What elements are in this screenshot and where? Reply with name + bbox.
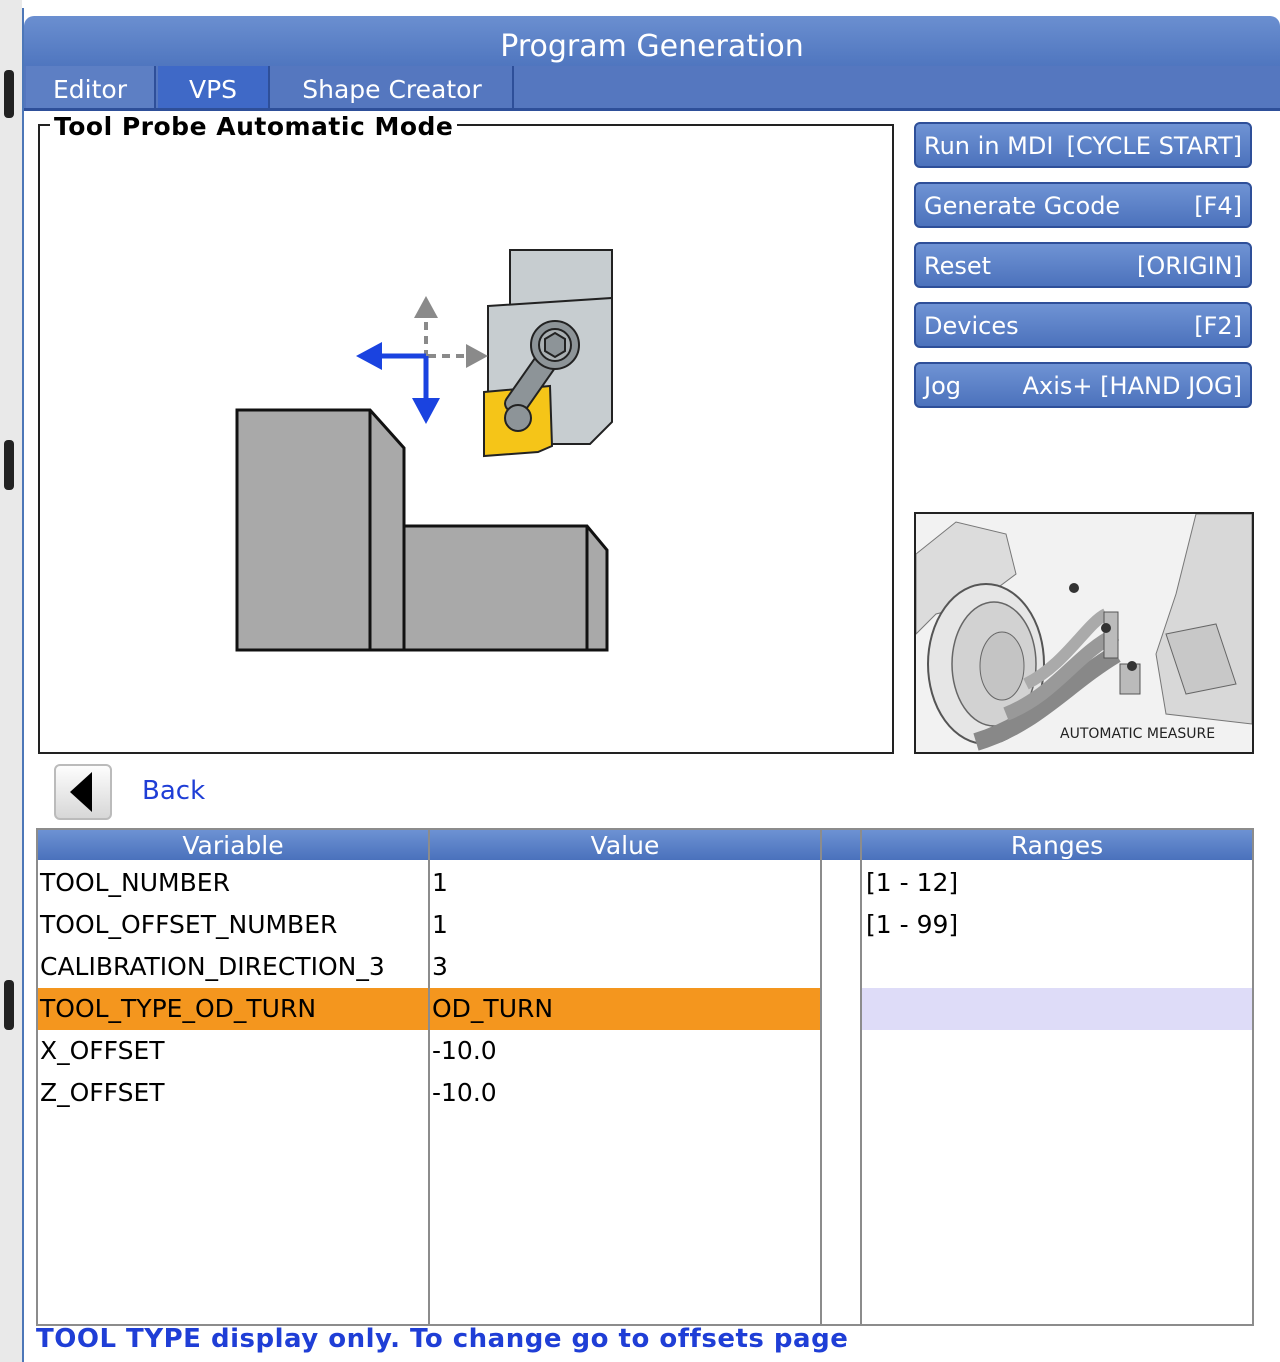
button-shortcut: [ORIGIN] (1137, 252, 1242, 280)
cell-value: -10.0 (432, 1078, 497, 1107)
window-edge (0, 0, 22, 1362)
status-message: TOOL TYPE display only. To change go to … (36, 1324, 849, 1354)
cell-variable: Z_OFFSET (40, 1078, 165, 1107)
cell-range (862, 1030, 1256, 1072)
variables-table: Variable Value Ranges TOOL_NUMBER 1 [1 -… (36, 828, 1254, 1326)
button-label: Jog (924, 372, 961, 400)
tab-bar: Editor VPS Shape Creator (24, 66, 1280, 111)
tab-shape-creator[interactable]: Shape Creator (272, 66, 514, 108)
cell-variable: X_OFFSET (40, 1036, 165, 1065)
cell-value: 1 (432, 868, 448, 897)
cell-range (862, 946, 1256, 988)
thumbnail-caption: AUTOMATIC MEASURE (1060, 726, 1216, 742)
table-row[interactable]: X_OFFSET -10.0 (38, 1030, 1252, 1072)
reset-button[interactable]: Reset [ORIGIN] (914, 242, 1252, 288)
machine-illustration (916, 514, 1252, 751)
table-row[interactable]: TOOL_NUMBER 1 [1 - 12] (38, 862, 1252, 904)
table-row[interactable]: TOOL_OFFSET_NUMBER 1 [1 - 99] (38, 904, 1252, 946)
button-shortcut: [F4] (1194, 192, 1242, 220)
edge-marker (4, 70, 14, 118)
back-button[interactable] (54, 764, 112, 820)
back-arrow-icon (70, 772, 92, 812)
edge-marker (4, 980, 14, 1030)
tab-editor[interactable]: Editor (26, 66, 156, 108)
cell-value: OD_TURN (430, 988, 822, 1030)
button-label: Generate Gcode (924, 192, 1121, 220)
button-label: Run in MDI (924, 132, 1054, 160)
cell-range: [1 - 12] (866, 868, 959, 897)
table-header: Variable Value Ranges (38, 830, 1252, 860)
column-divider (860, 830, 862, 1324)
automatic-measure-thumbnail: AUTOMATIC MEASURE (914, 512, 1254, 754)
window-title: Program Generation (24, 16, 1280, 72)
cell-variable: CALIBRATION_DIRECTION_3 (40, 952, 385, 981)
button-label: Devices (924, 312, 1019, 340)
cell-variable: TOOL_OFFSET_NUMBER (40, 910, 338, 939)
diagram-panel: Tool Probe Automatic Mode (38, 112, 894, 754)
run-in-mdi-button[interactable]: Run in MDI [CYCLE START] (914, 122, 1252, 168)
edge-marker (4, 440, 14, 490)
button-shortcut: Axis+ [HAND JOG] (1022, 372, 1242, 400)
cell-value: -10.0 (432, 1036, 497, 1065)
table-row[interactable]: CALIBRATION_DIRECTION_3 3 (38, 946, 1252, 988)
column-divider (820, 830, 822, 1324)
table-row[interactable]: Z_OFFSET -10.0 (38, 1072, 1252, 1114)
devices-button[interactable]: Devices [F2] (914, 302, 1252, 348)
generate-gcode-button[interactable]: Generate Gcode [F4] (914, 182, 1252, 228)
cell-range (862, 988, 1252, 1030)
button-label: Reset (924, 252, 992, 280)
tab-vps[interactable]: VPS (158, 66, 270, 108)
tool-probe-diagram (235, 249, 613, 652)
cell-variable: TOOL_NUMBER (40, 868, 230, 897)
header-ranges: Ranges (1010, 831, 1104, 860)
back-link[interactable]: Back (142, 776, 205, 806)
cell-variable: TOOL_TYPE_OD_TURN (38, 988, 428, 1030)
jog-button[interactable]: Jog Axis+ [HAND JOG] (914, 362, 1252, 408)
cell-range (862, 1072, 1256, 1114)
program-generation-panel: Program Generation Editor VPS Shape Crea… (22, 8, 1280, 1362)
button-shortcut: [F2] (1194, 312, 1242, 340)
column-divider (428, 830, 430, 1324)
header-value: Value (590, 831, 660, 860)
cell-value: 3 (432, 952, 448, 981)
probe-direction-arrows (356, 296, 488, 424)
table-row-selected[interactable]: TOOL_TYPE_OD_TURN OD_TURN (38, 988, 1252, 1030)
header-variable: Variable (182, 831, 284, 860)
button-shortcut: [CYCLE START] (1066, 132, 1242, 160)
cell-range: [1 - 99] (866, 910, 959, 939)
cell-value: 1 (432, 910, 448, 939)
